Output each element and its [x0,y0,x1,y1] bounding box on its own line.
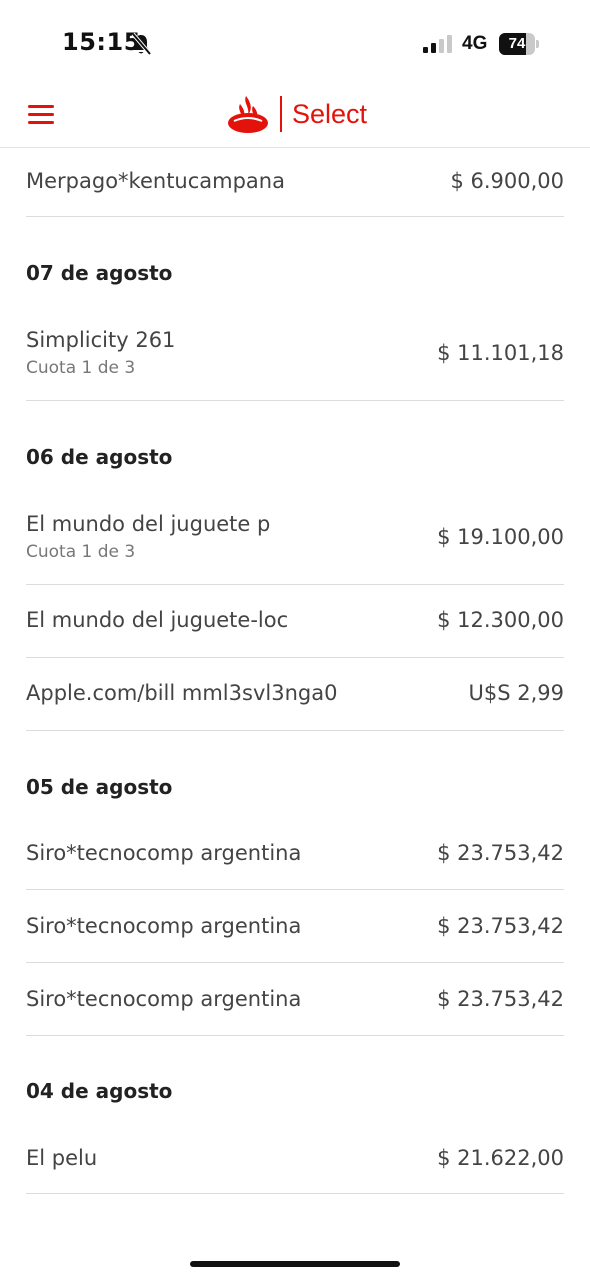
transaction-row[interactable]: Simplicity 261 Cuota 1 de 3 $ 11.101,18 [26,312,564,401]
brand-name: Select [292,99,368,129]
date-header: 04 de agosto [26,1079,173,1103]
date-header: 06 de agosto [26,445,173,469]
santander-flame-logo [228,96,268,133]
transaction-description: Siro*tecnocomp argentina [26,914,302,938]
transaction-row[interactable]: El mundo del juguete-loc $ 12.300,00 [26,585,564,658]
bell-slash-icon [131,32,152,56]
transaction-amount: $ 6.900,00 [450,169,564,193]
transaction-amount: $ 12.300,00 [437,608,564,632]
brand-divider [280,96,282,132]
transaction-amount: $ 23.753,42 [437,987,564,1011]
date-header: 07 de agosto [26,261,173,285]
transaction-description: Simplicity 261 [26,328,176,352]
hamburger-menu-icon[interactable] [22,98,60,130]
installment-label: Cuota 1 de 3 [26,358,136,378]
transaction-description: Apple.com/bill mml3svl3nga0 [26,681,338,705]
transaction-description: Siro*tecnocomp argentina [26,987,302,1011]
installment-label: Cuota 1 de 3 [26,542,136,562]
transaction-amount: $ 11.101,18 [437,341,564,365]
transaction-row[interactable]: Apple.com/bill mml3svl3nga0 U$S 2,99 [26,658,564,731]
transaction-amount: $ 21.622,00 [437,1146,564,1170]
cellular-signal-icon [423,35,452,53]
transaction-row[interactable]: El pelu $ 21.622,00 [26,1121,564,1194]
home-indicator[interactable] [190,1261,400,1267]
transaction-row[interactable]: El mundo del juguete p Cuota 1 de 3 $ 19… [26,496,564,585]
status-bar: 15:15 4G 74 [0,0,590,88]
transaction-description: Merpago*kentucampana [26,169,285,193]
transaction-row[interactable]: Siro*tecnocomp argentina $ 23.753,42 [26,890,564,963]
date-header: 05 de agosto [26,775,173,799]
battery-percent: 74 [508,35,526,52]
transaction-description: Siro*tecnocomp argentina [26,841,302,865]
transaction-description: El mundo del juguete-loc [26,608,289,632]
transaction-description: El pelu [26,1146,98,1170]
transaction-row[interactable]: Siro*tecnocomp argentina $ 23.753,42 [26,963,564,1036]
transaction-amount: $ 23.753,42 [437,914,564,938]
transaction-row[interactable]: Merpago*kentucampana $ 6.900,00 [26,148,564,217]
transaction-amount: $ 19.100,00 [437,525,564,549]
transaction-row[interactable]: Siro*tecnocomp argentina $ 23.753,42 [26,817,564,890]
transaction-amount: $ 23.753,42 [437,841,564,865]
transaction-amount: U$S 2,99 [468,681,565,705]
transaction-description: El mundo del juguete p [26,512,271,536]
app-header: Select [0,88,590,148]
network-type: 4G [462,33,488,54]
battery-icon: 74 [499,33,539,55]
